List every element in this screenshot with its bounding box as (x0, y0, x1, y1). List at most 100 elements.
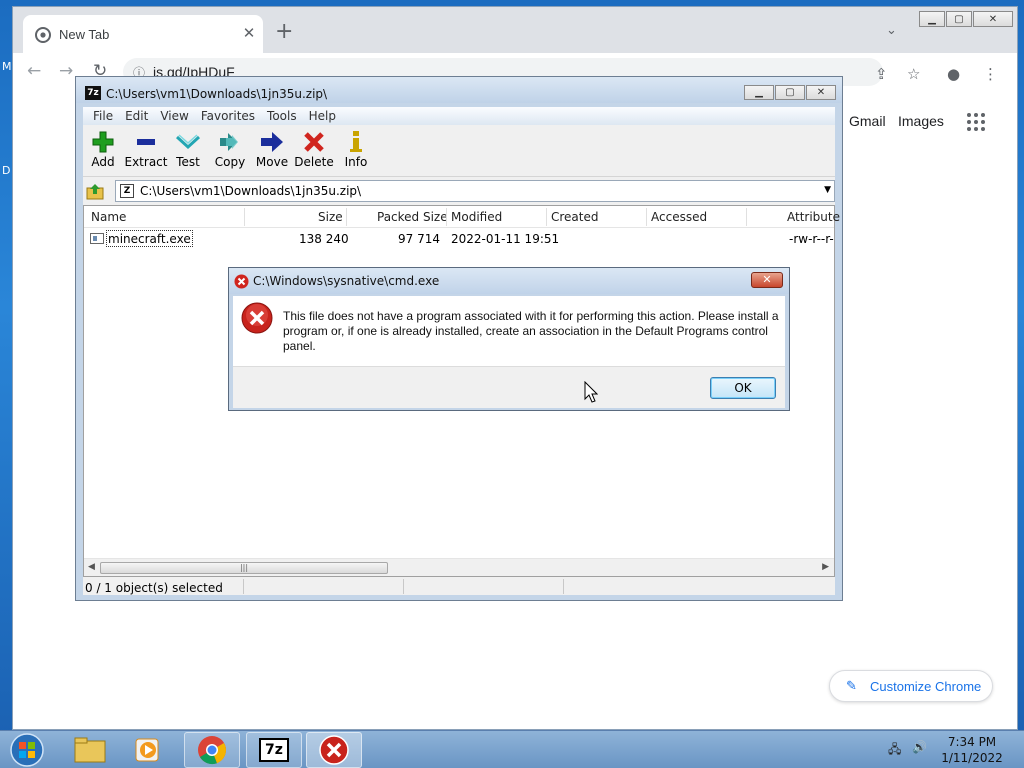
add-button[interactable]: Add (81, 129, 125, 169)
start-button-icon[interactable] (6, 732, 48, 768)
menu-favorites[interactable]: Favorites (195, 107, 261, 125)
info-button[interactable]: Info (334, 129, 378, 169)
dropdown-arrow-icon[interactable]: ▼ (824, 185, 831, 195)
tab-close-icon[interactable]: ✕ (239, 24, 259, 42)
menu-tools[interactable]: Tools (261, 107, 303, 125)
dialog-close-button[interactable]: ✕ (751, 272, 783, 288)
table-row[interactable]: minecraft.exe 138 240 97 714 2022-01-11 … (84, 230, 834, 248)
column-accessed[interactable]: Accessed (651, 210, 707, 224)
column-attribute[interactable]: Attribute (787, 210, 840, 224)
scroll-right-icon[interactable]: ▶ (822, 562, 829, 572)
clock-time: 7:34 PM (947, 735, 997, 749)
back-arrow-icon[interactable]: ← (27, 61, 41, 81)
chrome-favicon-icon (35, 27, 51, 43)
taskbar-chrome[interactable] (184, 732, 240, 768)
menu-file[interactable]: File (87, 107, 119, 125)
desktop-icon-label[interactable]: D (2, 164, 10, 177)
status-bar: 0 / 1 object(s) selected (83, 577, 835, 595)
menu-edit[interactable]: Edit (119, 107, 154, 125)
error-small-icon (234, 274, 249, 289)
delete-label: Delete (294, 155, 334, 169)
arrow-right-icon (261, 132, 283, 152)
menu-help[interactable]: Help (303, 107, 342, 125)
double-arrow-icon (220, 133, 238, 151)
bookmark-star-icon[interactable]: ☆ (907, 65, 920, 83)
chrome-tab-strip: New Tab ✕ + ⌄ ▁ ▢ ✕ (13, 7, 1017, 53)
file-modified: 2022-01-11 19:51 (451, 232, 560, 246)
horizontal-scrollbar[interactable]: ◀ ||| ▶ (84, 558, 834, 576)
taskbar-media-player[interactable] (120, 732, 176, 768)
extract-button[interactable]: Extract (124, 129, 168, 169)
column-created[interactable]: Created (551, 210, 599, 224)
scroll-thumb[interactable]: ||| (100, 562, 388, 574)
file-packed-size: 97 714 (398, 232, 440, 246)
test-label: Test (176, 155, 200, 169)
google-apps-icon[interactable] (967, 113, 985, 131)
file-list-header: Name Size Packed Size Modified Created A… (84, 206, 840, 228)
chrome-tab-new-tab[interactable]: New Tab ✕ (23, 15, 263, 53)
dialog-message: This file does not have a program associ… (283, 309, 779, 353)
dialog-titlebar[interactable]: C:\Windows\sysnative\cmd.exe ✕ (229, 268, 789, 294)
dialog-button-area: OK (233, 366, 785, 408)
zip-icon: Z (120, 184, 134, 198)
menu-view[interactable]: View (154, 107, 194, 125)
delete-button[interactable]: Delete (292, 129, 336, 169)
column-name[interactable]: Name (91, 210, 126, 224)
sevenzip-titlebar[interactable]: 7z C:\Users\vm1\Downloads\1jn35u.zip\ ▁ … (76, 77, 842, 103)
minimize-button[interactable]: ▁ (744, 85, 774, 100)
forward-arrow-icon[interactable]: → (59, 61, 73, 81)
customize-chrome-button[interactable]: ✎ Customize Chrome (829, 670, 993, 702)
move-label: Move (255, 155, 289, 169)
test-button[interactable]: Test (166, 129, 210, 169)
tab-title: New Tab (59, 27, 110, 42)
taskbar-explorer[interactable] (62, 732, 118, 768)
pencil-icon: ✎ (846, 678, 857, 693)
address-row: Z C:\Users\vm1\Downloads\1jn35u.zip\ ▼ (83, 179, 835, 203)
maximize-button[interactable]: ▢ (775, 85, 805, 100)
clock[interactable]: 7:34 PM 1/11/2022 (930, 734, 1014, 766)
dialog-title: C:\Windows\sysnative\cmd.exe (253, 274, 440, 288)
sevenzip-taskbar-icon: 7z (259, 738, 289, 762)
menu-kebab-icon[interactable]: ⋮ (983, 65, 998, 83)
gmail-link[interactable]: Gmail (849, 113, 886, 129)
mouse-cursor-icon (584, 381, 598, 403)
address-path-input[interactable]: Z C:\Users\vm1\Downloads\1jn35u.zip\ ▼ (115, 180, 835, 202)
error-icon (319, 735, 349, 765)
maximize-button[interactable]: ▢ (946, 11, 972, 27)
folder-icon (74, 737, 106, 763)
address-path: C:\Users\vm1\Downloads\1jn35u.zip\ (140, 184, 362, 198)
taskbar-7zip[interactable]: 7z (246, 732, 302, 768)
share-icon[interactable]: ⇪ (875, 65, 888, 83)
close-button[interactable]: ✕ (973, 11, 1013, 27)
desktop-icon-label[interactable]: M (2, 60, 12, 73)
ok-button[interactable]: OK (710, 377, 776, 399)
column-packed-size[interactable]: Packed Size (377, 210, 448, 224)
taskbar-cmd-error[interactable] (306, 732, 362, 768)
file-attributes: -rw-r--r- (789, 232, 834, 246)
file-size: 138 240 (299, 232, 349, 246)
sevenzip-title: C:\Users\vm1\Downloads\1jn35u.zip\ (106, 87, 328, 101)
file-name[interactable]: minecraft.exe (106, 230, 193, 247)
dialog-message-area: This file does not have a program associ… (233, 296, 785, 366)
images-link[interactable]: Images (898, 113, 944, 129)
volume-icon[interactable]: 🔊 (912, 740, 927, 754)
chrome-icon (198, 736, 226, 765)
plus-icon (92, 131, 114, 153)
tab-search-chevron-icon[interactable]: ⌄ (886, 23, 897, 38)
scroll-left-icon[interactable]: ◀ (88, 562, 95, 572)
info-icon (350, 131, 362, 152)
copy-button[interactable]: Copy (208, 129, 252, 169)
selection-status: 0 / 1 object(s) selected (85, 581, 223, 595)
customize-chrome-label: Customize Chrome (870, 679, 982, 694)
new-tab-button[interactable]: + (275, 21, 293, 43)
clock-date: 1/11/2022 (941, 751, 1003, 765)
folder-up-icon[interactable] (86, 182, 104, 200)
close-button[interactable]: ✕ (806, 85, 836, 100)
column-modified[interactable]: Modified (451, 210, 502, 224)
move-button[interactable]: Move (250, 129, 294, 169)
error-dialog: C:\Windows\sysnative\cmd.exe ✕ This file… (228, 267, 790, 411)
column-size[interactable]: Size (318, 210, 343, 224)
profile-avatar-icon[interactable]: ● (947, 65, 960, 83)
minimize-button[interactable]: ▁ (919, 11, 945, 27)
network-icon[interactable]: 🖧 (888, 740, 901, 761)
